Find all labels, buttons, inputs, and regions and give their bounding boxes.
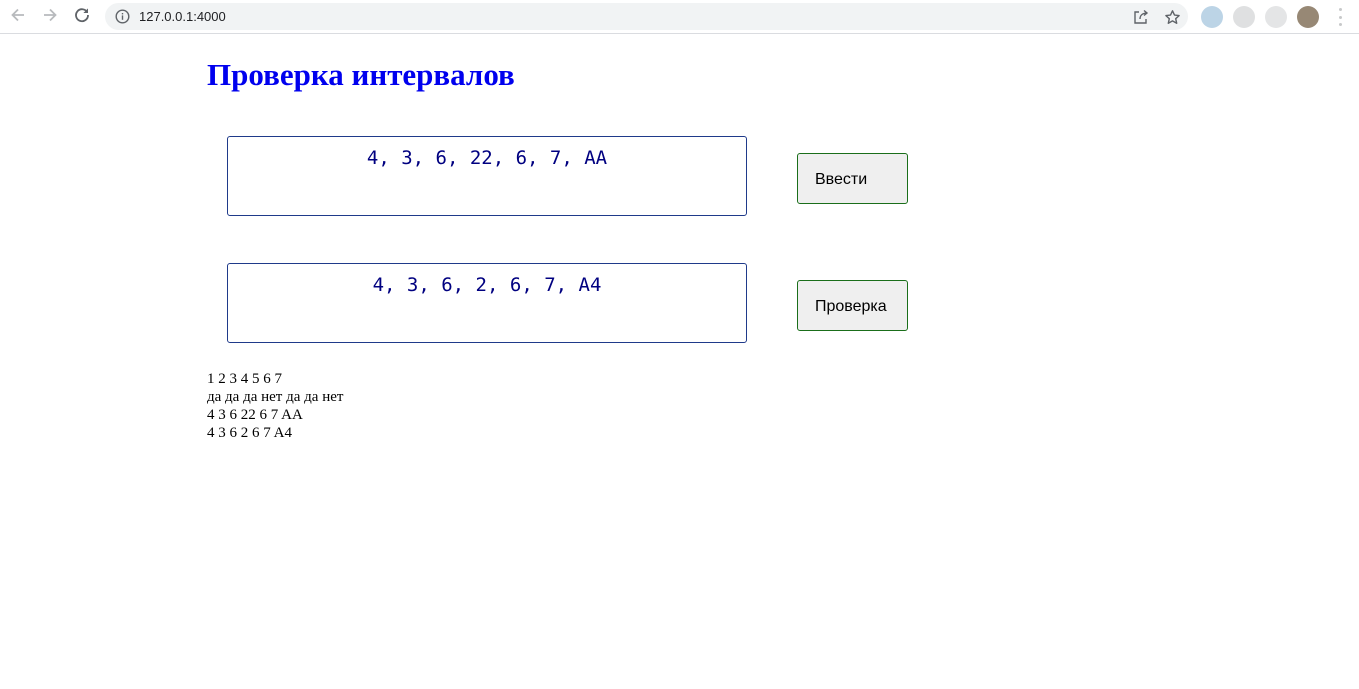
reload-icon — [73, 6, 91, 29]
star-icon[interactable] — [1162, 7, 1182, 27]
result-line-answers: да да да нет да да нет — [207, 389, 344, 405]
browser-toolbar: 127.0.0.1:4000 — [0, 0, 1359, 34]
forward-button[interactable] — [39, 6, 61, 28]
extension-icon[interactable] — [1201, 6, 1223, 28]
sequence-input-2[interactable]: 4, 3, 6, 2, 6, 7, A4 — [227, 263, 747, 343]
info-icon[interactable] — [115, 9, 130, 24]
enter-button[interactable]: Ввести — [797, 153, 908, 204]
result-line-indexes: 1 2 3 4 5 6 7 — [207, 371, 282, 387]
back-button[interactable] — [7, 6, 29, 28]
page-title: Проверка интервалов — [207, 57, 515, 92]
result-line-sequence-1: 4 3 6 22 6 7 AA — [207, 407, 303, 423]
share-icon[interactable] — [1130, 7, 1150, 27]
result-line-sequence-2: 4 3 6 2 6 7 A4 — [207, 425, 293, 441]
profile-avatar[interactable] — [1297, 6, 1319, 28]
sequence-input-1[interactable]: 4, 3, 6, 22, 6, 7, AA — [227, 136, 747, 216]
extension-icon[interactable] — [1265, 6, 1287, 28]
back-icon — [9, 6, 27, 29]
reload-button[interactable] — [71, 6, 93, 28]
url-text[interactable]: 127.0.0.1:4000 — [139, 8, 226, 25]
forward-icon — [41, 6, 59, 29]
check-button[interactable]: Проверка — [797, 280, 908, 331]
address-bar[interactable]: 127.0.0.1:4000 — [105, 3, 1188, 30]
menu-icon[interactable] — [1337, 8, 1343, 26]
result-output: 1 2 3 4 5 6 7 да да да нет да да нет 4 3… — [207, 370, 343, 442]
extension-icon[interactable] — [1233, 6, 1255, 28]
